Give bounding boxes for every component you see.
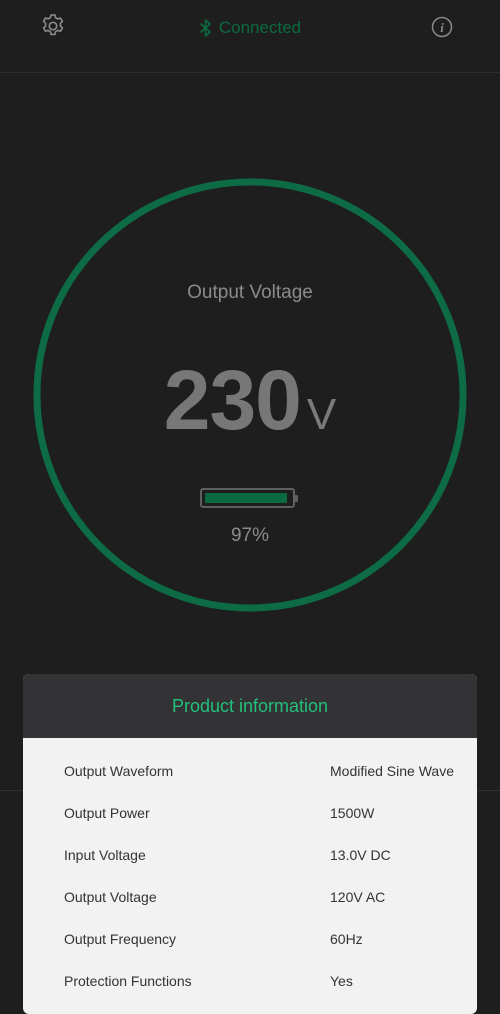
info-value: 120V AC [330,889,386,905]
product-info-card: Product information Output Waveform Modif… [23,674,477,1014]
info-row: Output Frequency 60Hz [23,918,477,960]
product-info-list: Output Waveform Modified Sine Wave Output … [23,750,477,1002]
info-row: Input Voltage 13.0V DC [23,834,477,876]
info-label: Output Frequency [64,931,177,947]
info-value: 60Hz [330,931,363,947]
battery-cap [295,495,298,502]
product-info-title: Product information [23,674,477,738]
voltage-readout: 230 V [0,352,500,449]
info-value: 13.0V DC [330,847,391,863]
voltage-unit: V [306,390,337,439]
info-value: Yes [330,973,353,989]
info-value: Modified Sine Wave [330,763,454,779]
info-row: Output Voltage 120V AC [23,876,477,918]
info-label: Output Power [64,805,150,821]
gauge-label: Output Voltage [187,282,313,303]
info-label: Protection Functions [64,973,192,989]
info-label: Output Waveform [64,763,174,779]
battery-indicator [200,488,298,508]
info-row: Protection Functions Yes [23,960,477,1002]
info-value: 1500W [330,805,375,821]
battery-fill [205,493,287,503]
battery-percent: 97% [230,525,270,546]
info-label: Input Voltage [64,847,146,863]
info-label: Output Voltage [64,889,157,905]
info-row: Output Power 1500W [23,792,477,834]
info-row: Output Waveform Modified Sine Wave [23,750,477,792]
voltage-value: 230 [163,353,302,447]
voltage-gauge [33,178,467,612]
